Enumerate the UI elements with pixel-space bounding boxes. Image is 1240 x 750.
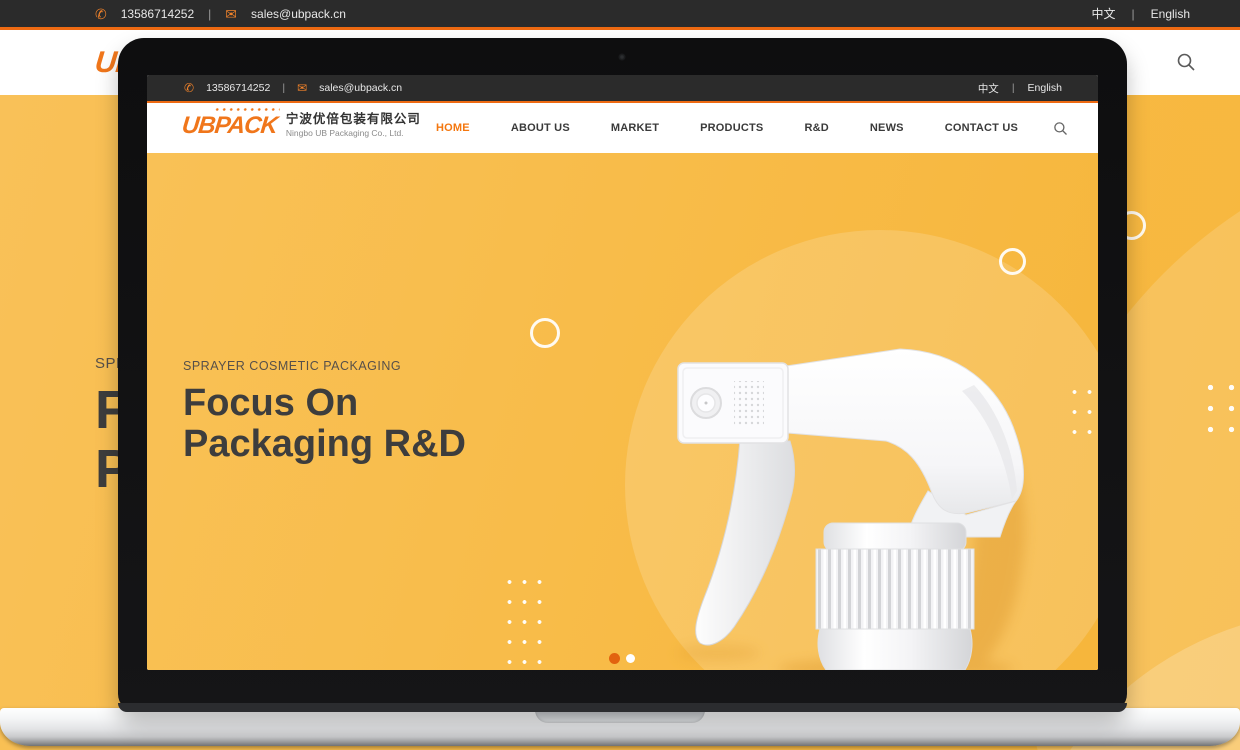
- lang-chinese-link[interactable]: 中文: [1092, 5, 1116, 22]
- lang-separator: |: [1012, 82, 1015, 94]
- screen-topbar: ✆ 13586714252 | ✉ sales@ubpack.cn 中文 | E…: [147, 75, 1098, 101]
- topbar-separator: |: [282, 82, 285, 94]
- email-icon: ✉: [297, 82, 307, 94]
- menu-item-home[interactable]: HOME: [436, 122, 470, 134]
- laptop-base: [0, 708, 1240, 746]
- laptop-lid: ✆ 13586714252 | ✉ sales@ubpack.cn 中文 | E…: [118, 38, 1127, 712]
- menu-item-contact-us[interactable]: CONTACT US: [945, 122, 1018, 134]
- site-logo[interactable]: UBPACK 宁波优倍包装有限公司 Ningbo UB Packaging Co…: [182, 112, 421, 140]
- laptop-screen: ✆ 13586714252 | ✉ sales@ubpack.cn 中文 | E…: [147, 75, 1098, 670]
- email-link[interactable]: sales@ubpack.cn: [319, 82, 402, 94]
- sprayer-cap: [816, 523, 974, 670]
- decor-dots-grid: [1067, 382, 1095, 438]
- sprayer-nozzle: [678, 363, 788, 443]
- sprayer-trigger: [696, 439, 795, 645]
- menu-item-rd[interactable]: R&D: [804, 122, 828, 134]
- screen-language-switch: 中文 | English: [965, 81, 1062, 96]
- search-icon[interactable]: [1053, 121, 1068, 141]
- carousel-pagination: [609, 653, 635, 664]
- logo-wordmark: UBPACK: [181, 112, 279, 140]
- carousel-dot-1[interactable]: [609, 653, 620, 664]
- screen-hero-copy: SPRAYER COSMETIC PACKAGING Focus OnPacka…: [183, 359, 466, 465]
- menu-item-products[interactable]: PRODUCTS: [700, 122, 763, 134]
- hero-title: Focus OnPackaging R&D: [183, 383, 466, 465]
- menu-item-news[interactable]: NEWS: [870, 122, 904, 134]
- screenshot-stage: ✆ 13586714252 | ✉ sales@ubpack.cn 中文 | E…: [0, 0, 1240, 750]
- company-name-en: Ningbo UB Packaging Co., Ltd.: [286, 129, 421, 138]
- decor-dots-grid: [1200, 377, 1240, 441]
- phone-link[interactable]: 13586714252: [121, 7, 194, 21]
- main-menu: HOME ABOUT US MARKET PRODUCTS R&D NEWS C…: [436, 103, 1018, 153]
- trigger-sprayer-product-image: [648, 343, 1060, 670]
- decor-ring-icon: [999, 248, 1026, 275]
- company-name: 宁波优倍包装有限公司 Ningbo UB Packaging Co., Ltd.: [286, 113, 421, 138]
- menu-item-about-us[interactable]: ABOUT US: [511, 122, 570, 134]
- lang-english-link[interactable]: English: [1151, 7, 1190, 21]
- decor-ring-icon: [530, 318, 560, 348]
- lang-separator: |: [1132, 7, 1135, 21]
- phone-icon: ✆: [184, 82, 194, 94]
- email-link[interactable]: sales@ubpack.cn: [251, 7, 346, 21]
- menu-item-market[interactable]: MARKET: [611, 122, 659, 134]
- phone-link[interactable]: 13586714252: [206, 82, 270, 94]
- lang-chinese-link[interactable]: 中文: [978, 81, 999, 96]
- lang-english-link[interactable]: English: [1028, 82, 1062, 94]
- laptop-camera-icon: [619, 54, 625, 60]
- screen-navbar: UBPACK 宁波优倍包装有限公司 Ningbo UB Packaging Co…: [147, 103, 1098, 153]
- phone-icon: ✆: [95, 7, 107, 21]
- hero-eyebrow: SPRAYER COSMETIC PACKAGING: [183, 359, 466, 373]
- decor-dots-grid: [502, 572, 545, 670]
- topbar-contact: ✆ 13586714252 | ✉ sales@ubpack.cn: [95, 7, 360, 21]
- email-icon: ✉: [225, 7, 237, 21]
- screen-topbar-contact: ✆ 13586714252 | ✉ sales@ubpack.cn: [184, 82, 414, 94]
- logo-dots-decor: [214, 108, 280, 111]
- topbar-separator: |: [208, 7, 211, 21]
- screen-hero-banner: SPRAYER COSMETIC PACKAGING Focus OnPacka…: [147, 153, 1098, 670]
- page-topbar: ✆ 13586714252 | ✉ sales@ubpack.cn 中文 | E…: [0, 0, 1240, 27]
- language-switch: 中文 | English: [1076, 5, 1191, 22]
- carousel-dot-2[interactable]: [626, 654, 635, 663]
- company-name-zh: 宁波优倍包装有限公司: [286, 113, 421, 127]
- search-icon[interactable]: [1176, 52, 1196, 77]
